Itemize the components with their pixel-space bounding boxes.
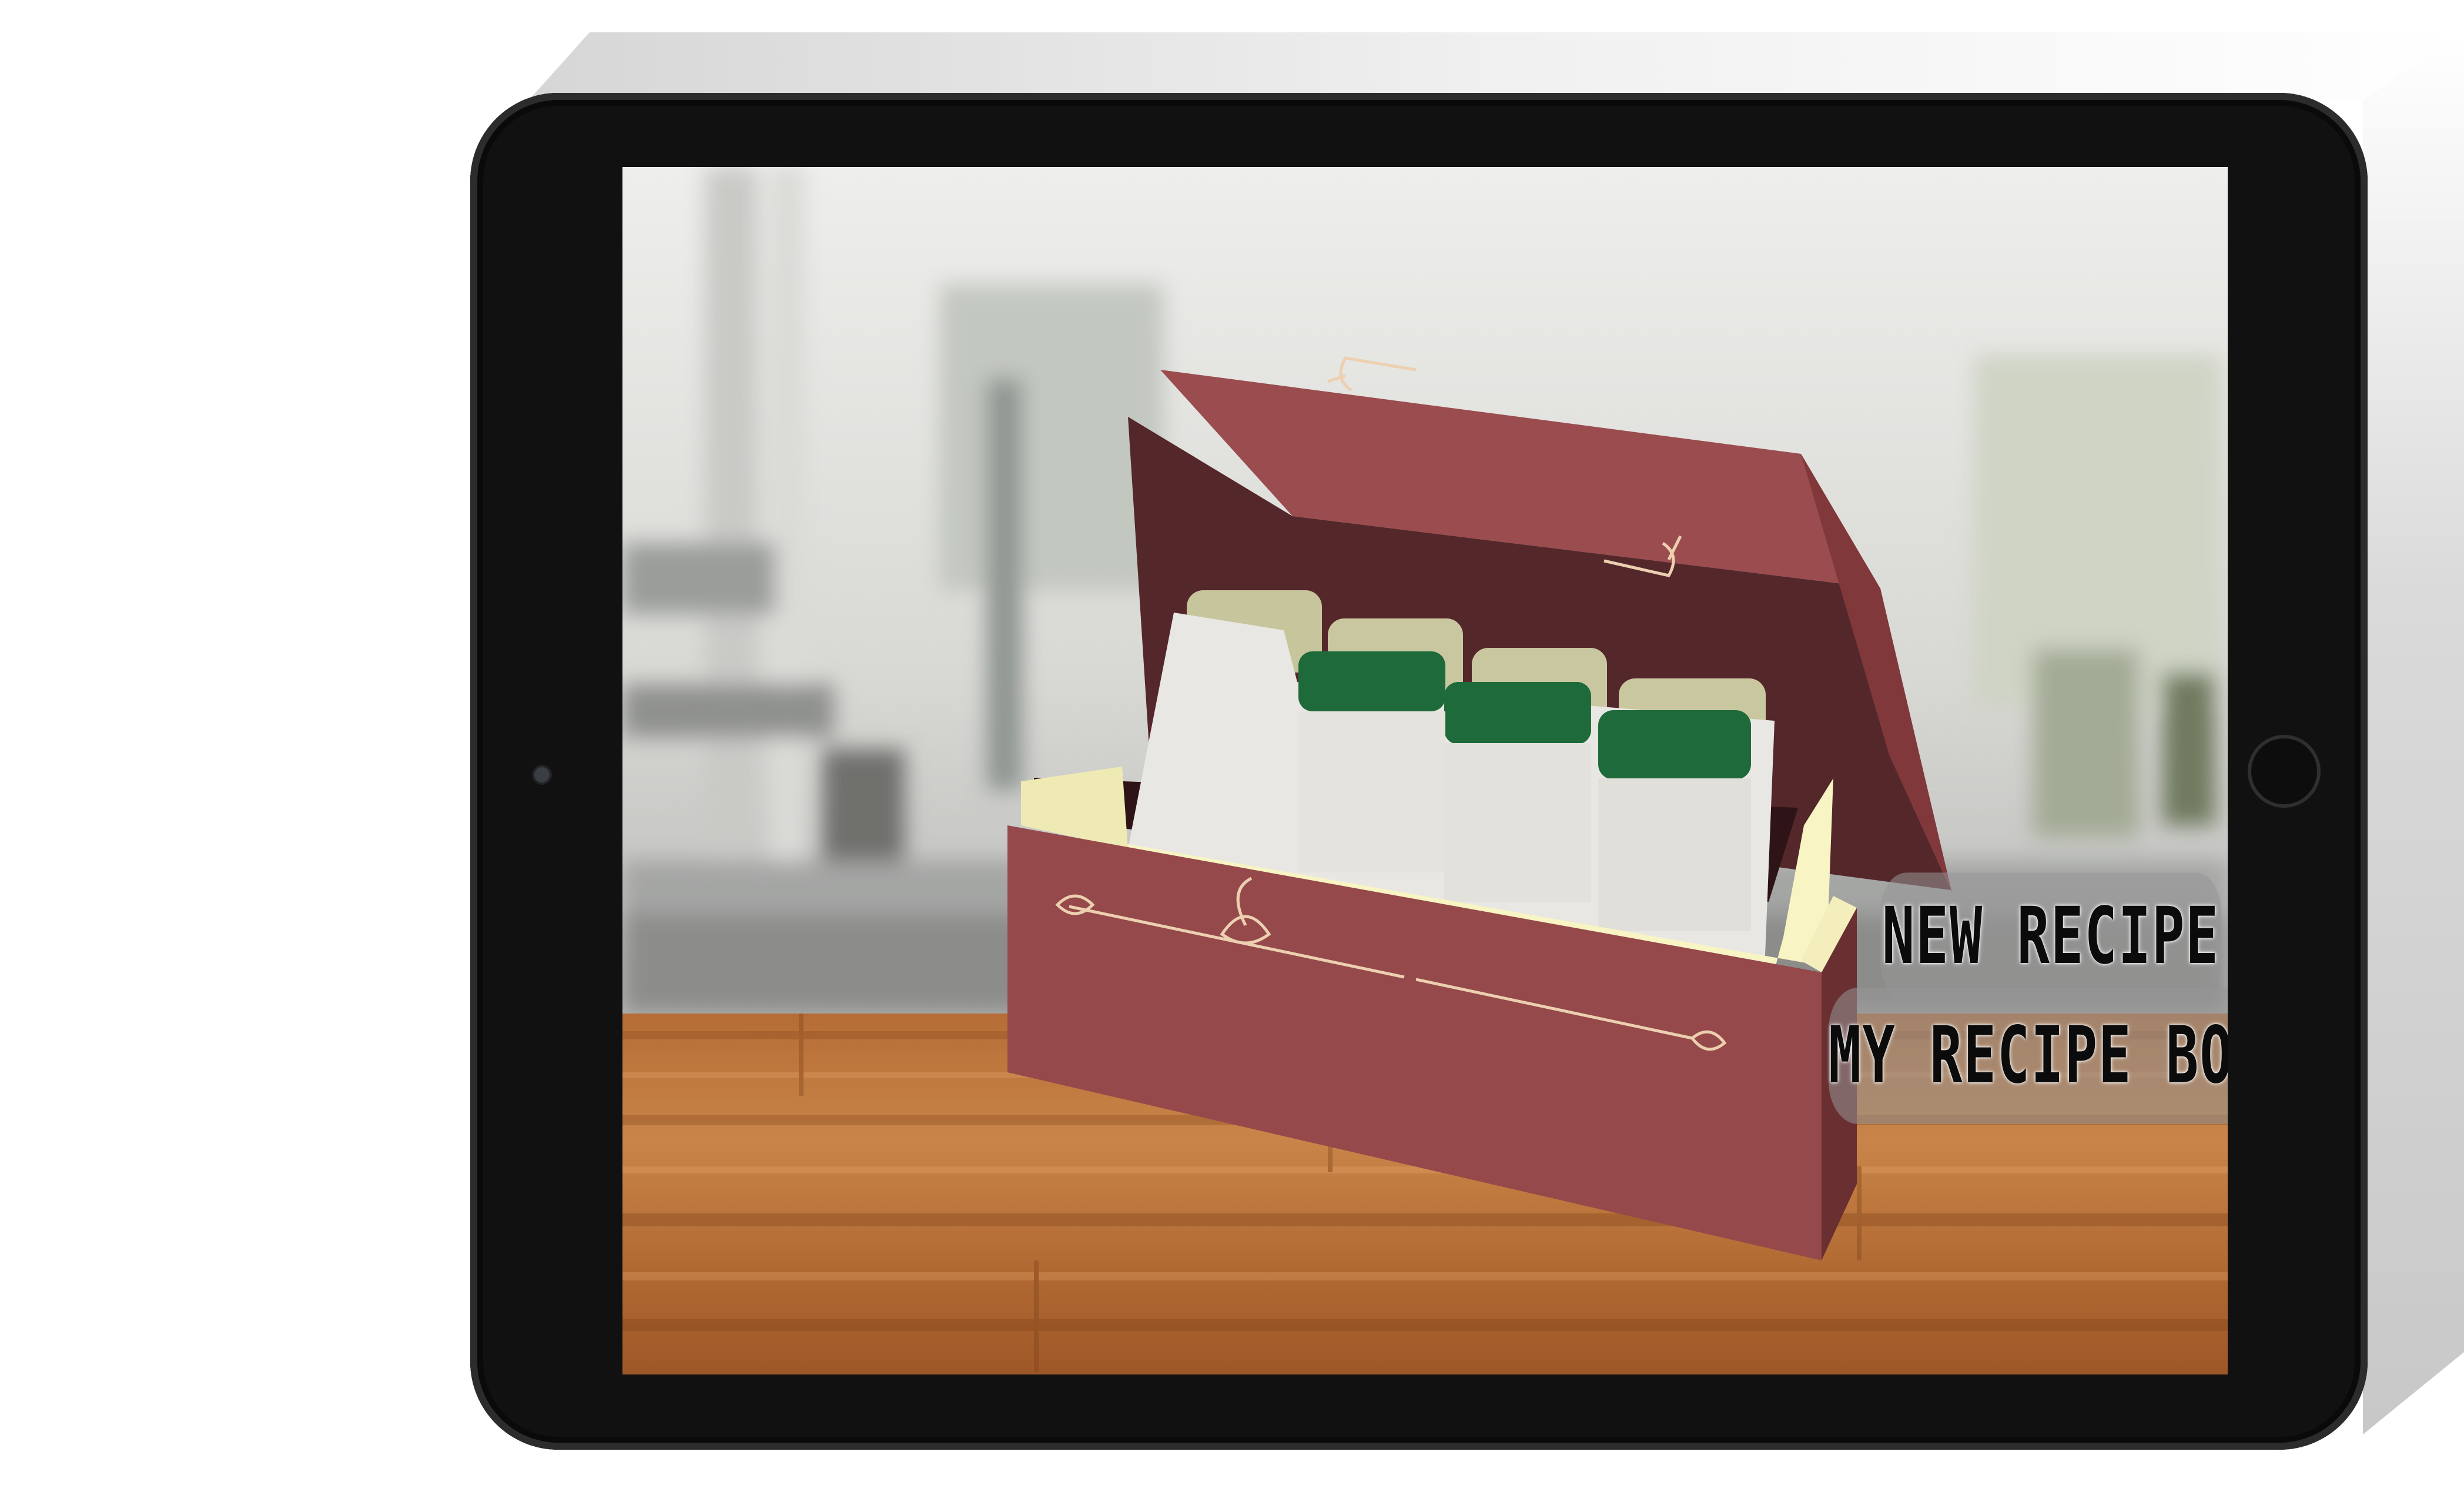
home-button-icon[interactable]	[2248, 735, 2321, 808]
app-screen: NEW RECIPE MY RECIPE BOX	[622, 167, 2228, 1374]
my-recipe-box-button[interactable]: MY RECIPE BOX	[1829, 988, 2228, 1124]
kitchen-background	[622, 167, 2228, 1374]
new-recipe-button[interactable]: NEW RECIPE	[1880, 872, 2221, 1001]
front-camera-icon	[534, 767, 550, 782]
